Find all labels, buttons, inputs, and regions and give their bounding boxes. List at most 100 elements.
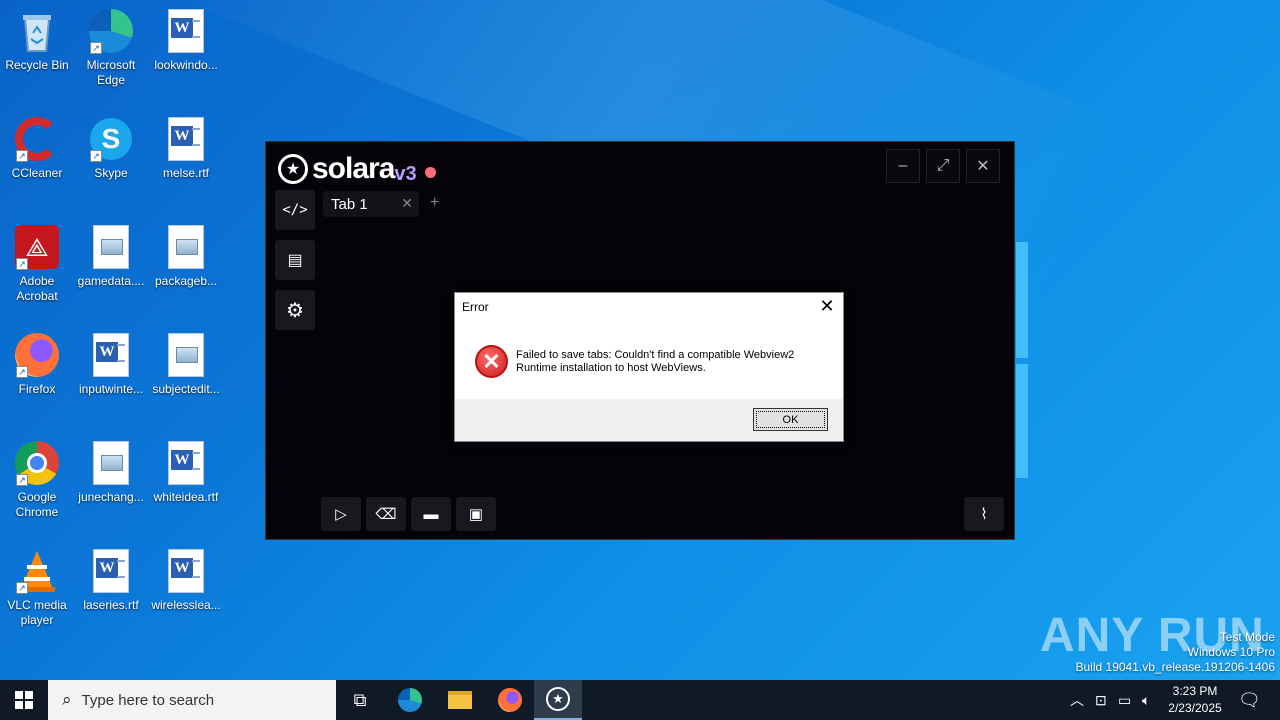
notification-icon: 🗨︎ bbox=[1238, 689, 1261, 710]
windows-icon bbox=[15, 691, 33, 709]
desktop-icon-microsoft-edge[interactable]: ↗ Microsoft Edge bbox=[74, 8, 148, 88]
network-button[interactable]: ▭ bbox=[1118, 680, 1131, 720]
clock-time: 3:23 PM bbox=[1172, 684, 1218, 698]
show-hidden-icons-button[interactable]: ︿ bbox=[1070, 680, 1084, 720]
tray-app-button[interactable]: ⊡ bbox=[1095, 680, 1107, 720]
task-view-icon: ⧉ bbox=[353, 689, 367, 710]
editor-button[interactable]: </> bbox=[275, 190, 315, 230]
task-view-button[interactable]: ⧉ bbox=[336, 680, 384, 720]
desktop-icon-gamedata[interactable]: gamedata.... bbox=[74, 224, 148, 289]
action-center-button[interactable]: 🗨︎ bbox=[1238, 680, 1261, 720]
desktop-icon-subjectedit[interactable]: subjectedit... bbox=[149, 332, 223, 397]
tab-1[interactable]: Tab 1 ✕ bbox=[323, 191, 419, 217]
eraser-icon: ⌫ bbox=[375, 506, 397, 523]
logo-version: v3 bbox=[394, 162, 417, 185]
taskbar-search-box[interactable]: ⌕ Type here to search bbox=[48, 680, 336, 720]
image-document-icon bbox=[163, 224, 209, 270]
taskbar-clock[interactable]: 3:23 PM 2/23/2025 bbox=[1164, 683, 1226, 717]
desktop-icon-adobe-acrobat[interactable]: ⟁ ↗ Adobe Acrobat bbox=[0, 224, 74, 304]
firefox-icon bbox=[498, 688, 522, 712]
taskbar-edge-button[interactable] bbox=[386, 680, 434, 720]
desktop-icon-label: Recycle Bin bbox=[5, 58, 69, 72]
solara-logo: ★ solara v3 bbox=[278, 152, 436, 186]
error-dialog: Error ✕ ✕ Failed to save tabs: Couldn't … bbox=[454, 292, 844, 442]
folder-icon bbox=[448, 691, 472, 709]
desktop-icon-google-chrome[interactable]: ↗ Google Chrome bbox=[0, 440, 74, 520]
desktop-icon-label: packageb... bbox=[154, 274, 218, 288]
word-document-icon: W bbox=[163, 116, 209, 162]
network-icon: ▭ bbox=[1118, 691, 1132, 708]
desktop-icon-recycle-bin[interactable]: Recycle Bin bbox=[0, 8, 74, 73]
build-label: Build 19041.vb_release.191206-1406 bbox=[1075, 660, 1276, 674]
save-file-button[interactable]: ▣ bbox=[456, 497, 496, 531]
status-dot bbox=[424, 166, 436, 178]
dialog-close-button[interactable]: ✕ bbox=[817, 296, 837, 317]
image-document-icon bbox=[88, 440, 134, 486]
volume-button[interactable]: 🔈︎ bbox=[1142, 680, 1150, 720]
desktop-icon-packageb[interactable]: packageb... bbox=[149, 224, 223, 289]
dialog-message: Failed to save tabs: Couldn't find a com… bbox=[516, 349, 795, 374]
desktop-icon-label: whiteidea.rtf bbox=[153, 490, 219, 504]
close-button[interactable]: ✕ bbox=[966, 149, 1000, 183]
desktop-icon-laseries[interactable]: W laseries.rtf bbox=[74, 548, 148, 613]
desktop-icon-label: laseries.rtf bbox=[83, 598, 139, 612]
image-document-icon bbox=[163, 332, 209, 378]
word-document-icon: W bbox=[163, 440, 209, 486]
desktop-icon-label: junechang... bbox=[78, 490, 144, 504]
vlc-icon: ↗ bbox=[14, 548, 60, 594]
execute-button[interactable]: ▷ bbox=[321, 497, 361, 531]
paperclip-icon: ⌇ bbox=[980, 506, 988, 523]
desktop-icon-skype[interactable]: S ↗ Skype bbox=[74, 116, 148, 181]
tab-label: Tab 1 bbox=[331, 196, 368, 213]
desktop-icon-whiteidea[interactable]: W whiteidea.rtf bbox=[149, 440, 223, 505]
desktop-icon-ccleaner[interactable]: ↗ CCleaner bbox=[0, 116, 74, 181]
desktop-icon-label: Firefox bbox=[18, 382, 56, 396]
attach-button[interactable]: ⌇ bbox=[964, 497, 1004, 531]
save-icon: ▣ bbox=[468, 506, 484, 523]
word-document-icon: W bbox=[163, 8, 209, 54]
solara-star-icon: ★ bbox=[546, 687, 570, 711]
desktop-icon-label: Microsoft Edge bbox=[86, 58, 136, 87]
tab-close-icon[interactable]: ✕ bbox=[401, 195, 413, 212]
desktop-icon-label: VLC media player bbox=[7, 598, 67, 627]
word-document-icon: W bbox=[88, 332, 134, 378]
open-file-button[interactable]: ▬ bbox=[411, 497, 451, 531]
desktop-icon-inputwinte[interactable]: W inputwinte... bbox=[74, 332, 148, 397]
test-mode-label: Test Mode bbox=[1219, 630, 1275, 644]
taskbar-solara-button[interactable]: ★ bbox=[534, 680, 582, 720]
desktop-icon-label: CCleaner bbox=[11, 166, 63, 180]
code-icon: </> bbox=[282, 202, 308, 218]
desktop-icon-label: inputwinte... bbox=[78, 382, 144, 396]
add-tab-button[interactable]: + bbox=[430, 194, 439, 212]
desktop-icon-junechang[interactable]: junechang... bbox=[74, 440, 148, 505]
minimize-button[interactable]: – bbox=[886, 149, 920, 183]
desktop-icon-label: lookwindo... bbox=[154, 58, 218, 72]
desktop-icon-wirelesslea[interactable]: W wirelesslea... bbox=[149, 548, 223, 613]
chrome-icon: ↗ bbox=[14, 440, 60, 486]
ok-button[interactable]: OK bbox=[753, 408, 828, 431]
system-info: Test Mode Windows 10 Pro Build 19041.vb_… bbox=[1076, 630, 1276, 675]
word-document-icon: W bbox=[88, 548, 134, 594]
settings-button[interactable]: ⚙ bbox=[275, 290, 315, 330]
skype-icon: S ↗ bbox=[88, 116, 134, 162]
script-list-button[interactable]: ▤ bbox=[275, 240, 315, 280]
word-document-icon: W bbox=[163, 548, 209, 594]
dialog-footer: OK bbox=[455, 399, 843, 441]
desktop-icon-label: Adobe Acrobat bbox=[16, 274, 58, 303]
desktop-icon-vlc-media-player[interactable]: ↗ VLC media player bbox=[0, 548, 74, 628]
taskbar-file-explorer-button[interactable] bbox=[436, 680, 484, 720]
ccleaner-icon: ↗ bbox=[14, 116, 60, 162]
desktop-icon-firefox[interactable]: ↗ Firefox bbox=[0, 332, 74, 397]
desktop-icon-melse[interactable]: W melse.rtf bbox=[149, 116, 223, 181]
taskbar-firefox-button[interactable] bbox=[486, 680, 534, 720]
adobe-acrobat-icon: ⟁ ↗ bbox=[14, 224, 60, 270]
recycle-bin-icon bbox=[14, 8, 60, 54]
edge-icon bbox=[398, 688, 422, 712]
play-icon: ▷ bbox=[335, 506, 347, 523]
desktop-icon-label: melse.rtf bbox=[162, 166, 209, 180]
start-button[interactable] bbox=[0, 680, 48, 720]
clear-button[interactable]: ⌫ bbox=[366, 497, 406, 531]
desktop-icon-lookwindo[interactable]: W lookwindo... bbox=[149, 8, 223, 73]
maximize-button[interactable]: ⤢ bbox=[926, 149, 960, 183]
device-icon: ⊡ bbox=[1095, 691, 1107, 708]
